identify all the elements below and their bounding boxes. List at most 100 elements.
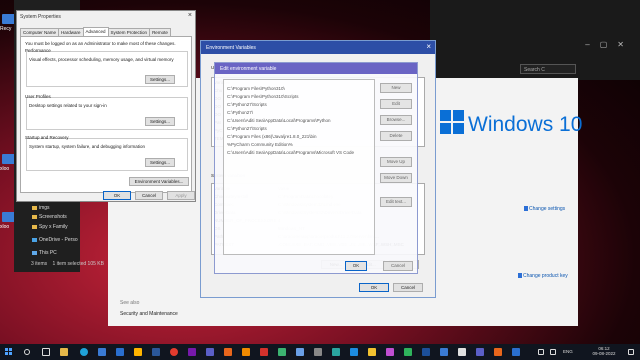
volume-icon[interactable] xyxy=(550,349,556,355)
close-icon[interactable]: × xyxy=(188,12,192,19)
app-icon[interactable] xyxy=(422,348,430,356)
edit-text-button[interactable]: Edit text... xyxy=(380,197,412,207)
change-product-key-link[interactable]: Change product key xyxy=(518,273,568,279)
performance-title: Performance xyxy=(25,48,51,53)
mail-icon[interactable] xyxy=(116,348,124,356)
tab-advanced[interactable]: Advanced xyxy=(82,27,109,36)
nav-item-imgs[interactable]: imgs xyxy=(32,205,50,211)
app-icon[interactable] xyxy=(404,348,412,356)
list-item[interactable]: C:\Python27\ xyxy=(227,110,253,115)
see-also-heading: See also xyxy=(120,300,140,306)
app-icon[interactable] xyxy=(476,348,484,356)
chrome-icon[interactable] xyxy=(170,348,178,356)
browse-button[interactable]: Browse... xyxy=(380,115,412,125)
change-settings-link[interactable]: Change settings xyxy=(524,206,565,212)
nav-item-label: This PC xyxy=(39,250,57,256)
app-icon[interactable] xyxy=(332,348,340,356)
start-button[interactable] xyxy=(5,348,13,356)
list-item[interactable]: C:\Python27\Scripts xyxy=(227,102,267,107)
windows-start-icon xyxy=(5,348,8,351)
shield-icon xyxy=(524,206,528,212)
ok-button[interactable]: OK xyxy=(345,261,367,271)
input-language-indicator[interactable]: ENG xyxy=(563,349,573,354)
search-input[interactable]: Search C xyxy=(520,64,576,74)
vscode-icon[interactable] xyxy=(350,348,358,356)
cancel-button[interactable]: Cancel xyxy=(135,191,163,200)
file-explorer-taskbar-icon[interactable] xyxy=(60,348,68,356)
nav-item-label: OneDrive - Perso xyxy=(39,237,78,243)
nav-item-label: Spy x Family xyxy=(39,224,68,230)
desktop: Recy xloo xloo imgs Screenshots Spy x Fa… xyxy=(0,0,640,344)
nav-item-screenshots[interactable]: Screenshots xyxy=(32,214,67,220)
dialog-title: System Properties xyxy=(20,14,61,20)
startup-recovery-desc: System startup, system failure, and debu… xyxy=(29,144,146,149)
list-item[interactable]: C:\Program Files\Python310\ xyxy=(227,86,285,91)
startup-recovery-settings-button[interactable]: Settings... xyxy=(145,158,175,167)
app-icon[interactable] xyxy=(458,348,466,356)
nav-item-spy-x-family[interactable]: Spy x Family xyxy=(32,224,68,230)
edit-path-button[interactable]: Edit xyxy=(380,99,412,109)
performance-desc: Visual effects, processor scheduling, me… xyxy=(29,57,174,62)
list-item[interactable]: C:\Users\Aditi Sea\AppData\Local\Program… xyxy=(227,150,354,155)
new-path-button[interactable]: New xyxy=(380,83,412,93)
move-down-button[interactable]: Move Down xyxy=(380,173,412,183)
move-up-button[interactable]: Move Up xyxy=(380,157,412,167)
system-properties-dialog: System Properties × Computer Name Hardwa… xyxy=(16,10,196,202)
list-item[interactable]: C:\Program Files (x86)\Java\jre1.8.0_221… xyxy=(227,134,317,139)
folder-icon xyxy=(32,214,37,219)
photos-icon[interactable] xyxy=(134,348,142,356)
taskbar: ENG 06:12 09-08-2022 xyxy=(0,344,640,360)
nav-item-onedrive[interactable]: OneDrive - Perso xyxy=(32,237,78,243)
delete-path-button[interactable]: Delete xyxy=(380,131,412,141)
security-maintenance-link[interactable]: Security and Maintenance xyxy=(120,311,178,317)
clock[interactable]: 06:12 09-08-2022 xyxy=(584,346,624,356)
pdf-reader-icon[interactable] xyxy=(260,348,268,356)
edge-browser-icon[interactable] xyxy=(80,348,88,356)
user-profiles-settings-button[interactable]: Settings... xyxy=(145,117,175,126)
desktop-shortcut-label: xloo xyxy=(0,224,10,230)
vlc-icon[interactable] xyxy=(242,348,250,356)
word-icon[interactable] xyxy=(152,348,160,356)
media-player-icon[interactable] xyxy=(224,348,232,356)
app-icon[interactable] xyxy=(278,348,286,356)
list-item[interactable]: C:\Python27\Scripts xyxy=(227,126,267,131)
teams-icon[interactable] xyxy=(206,348,214,356)
admin-note: You must be logged on as an Administrato… xyxy=(25,41,176,46)
list-item[interactable]: %PyCharm Community Edition% xyxy=(227,142,293,147)
windows-logo-icon xyxy=(440,110,464,134)
app-icon[interactable] xyxy=(386,348,394,356)
app-icon[interactable] xyxy=(512,348,520,356)
cloud-icon xyxy=(32,237,37,242)
dialog-title: Environment Variables xyxy=(206,45,256,51)
app-icon[interactable] xyxy=(296,348,304,356)
window-controls[interactable]: –▢✕ xyxy=(585,40,634,49)
apply-button[interactable]: Apply xyxy=(167,191,195,200)
notification-icon[interactable] xyxy=(628,349,634,355)
environment-variables-button[interactable]: Environment Variables... xyxy=(129,177,189,186)
cancel-button[interactable]: Cancel xyxy=(383,261,413,271)
onenote-icon[interactable] xyxy=(188,348,196,356)
cancel-button[interactable]: Cancel xyxy=(393,283,423,292)
app-icon[interactable] xyxy=(314,348,322,356)
list-item[interactable]: C:\Users\Aditi Sea\AppData\Local\Program… xyxy=(227,118,331,123)
store-icon[interactable] xyxy=(98,348,106,356)
ok-button[interactable]: OK xyxy=(359,283,389,292)
list-item[interactable]: C:\Program Files\Python310\Scripts xyxy=(227,94,299,99)
dialog-title: Edit environment variable xyxy=(220,66,277,72)
user-profiles-desc: Desktop settings related to your sign-in xyxy=(29,103,107,108)
app-icon[interactable] xyxy=(368,348,376,356)
desktop-shortcut-label: Recy xyxy=(0,26,12,32)
app-icon[interactable] xyxy=(440,348,448,356)
startup-recovery-title: Startup and Recovery xyxy=(25,135,69,140)
path-entries-list: C:\Program Files\Python310\ C:\Program F… xyxy=(223,79,375,255)
nav-item-this-pc[interactable]: This PC xyxy=(32,250,57,256)
search-icon[interactable] xyxy=(24,349,30,355)
change-settings-label: Change settings xyxy=(529,206,566,212)
performance-settings-button[interactable]: Settings... xyxy=(145,75,175,84)
app-icon[interactable] xyxy=(494,348,502,356)
network-icon[interactable] xyxy=(538,349,544,355)
close-icon[interactable]: × xyxy=(426,42,431,51)
task-view-icon[interactable] xyxy=(42,348,50,356)
user-profiles-title: User Profiles xyxy=(25,94,51,99)
ok-button[interactable]: OK xyxy=(103,191,131,200)
